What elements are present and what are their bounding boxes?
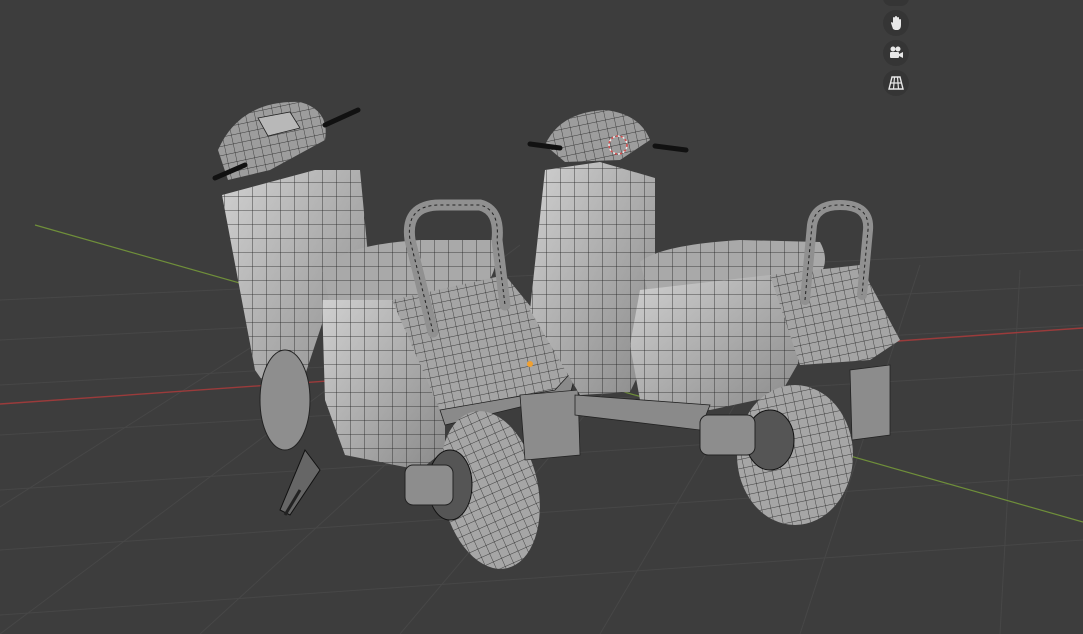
hand-icon [888,15,904,31]
scooter-left[interactable] [212,101,581,578]
pan-view-button[interactable] [883,10,909,36]
navigation-gizmo [881,0,911,100]
grid-icon [888,75,904,91]
3d-viewport[interactable] [0,0,1083,634]
scooter-right[interactable] [527,110,900,525]
camera-view-button[interactable] [883,40,909,66]
camera-icon [888,45,904,61]
perspective-toggle-button[interactable] [883,70,909,96]
orbit-gizmo-partial[interactable] [883,0,909,6]
